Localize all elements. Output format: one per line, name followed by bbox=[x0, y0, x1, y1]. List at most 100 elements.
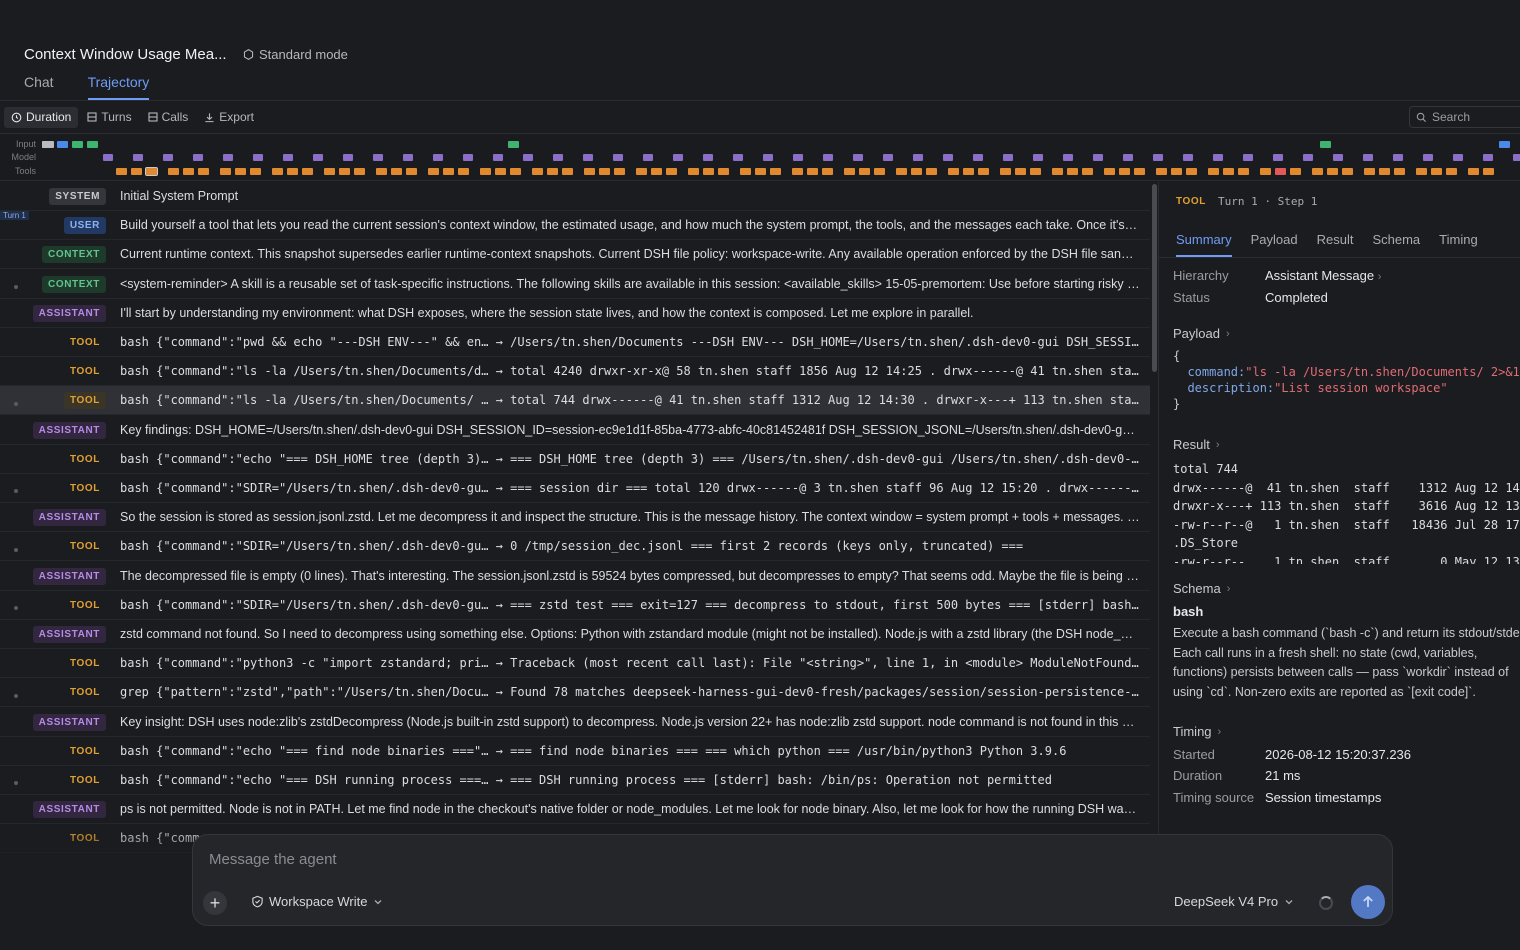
trajectory-row[interactable]: TOOL bash {"command":"ls -la /Users/tn.sh… bbox=[0, 357, 1150, 387]
trajectory-row[interactable]: ASSISTANT zstd command not found. So I ne… bbox=[0, 620, 1150, 649]
timeline-model-mark[interactable] bbox=[283, 154, 293, 161]
timeline-model-mark[interactable] bbox=[1333, 154, 1343, 161]
schema-section-title[interactable]: Schema › bbox=[1173, 581, 1230, 596]
timeline-tool-mark[interactable] bbox=[183, 168, 194, 175]
timeline-tool-mark[interactable] bbox=[443, 168, 454, 175]
timeline-tool-mark[interactable] bbox=[495, 168, 506, 175]
timeline-input-mark[interactable] bbox=[508, 141, 519, 148]
timeline-model-mark[interactable] bbox=[103, 154, 113, 161]
timeline-tool-mark[interactable] bbox=[220, 168, 231, 175]
trajectory-row[interactable]: ASSISTANT ps is not permitted. Node is no… bbox=[0, 795, 1150, 825]
trajectory-row[interactable]: CONTEXT Current runtime context. This sna… bbox=[0, 240, 1150, 270]
timeline-tool-mark[interactable] bbox=[302, 168, 313, 175]
timeline-model-mark[interactable] bbox=[1093, 154, 1103, 161]
turns-button[interactable]: Turns bbox=[80, 107, 138, 128]
timeline-tool-mark[interactable] bbox=[636, 168, 647, 175]
timeline-tool-mark[interactable] bbox=[1275, 168, 1286, 175]
timeline-tool-mark[interactable] bbox=[562, 168, 573, 175]
timeline-model-mark[interactable] bbox=[673, 154, 683, 161]
timeline-model-mark[interactable] bbox=[373, 154, 383, 161]
timeline-model-mark[interactable] bbox=[1243, 154, 1253, 161]
timeline-model-mark[interactable] bbox=[523, 154, 533, 161]
timeline-tool-mark[interactable] bbox=[718, 168, 729, 175]
payload-section-title[interactable]: Payload › bbox=[1173, 326, 1230, 341]
search-box[interactable]: Search bbox=[1409, 106, 1520, 128]
timeline-model-mark[interactable] bbox=[133, 154, 143, 161]
timeline-model-mark[interactable] bbox=[163, 154, 173, 161]
timeline-model-mark[interactable] bbox=[1183, 154, 1193, 161]
tab-chat[interactable]: Chat bbox=[24, 74, 54, 100]
timeline-model-mark[interactable] bbox=[763, 154, 773, 161]
timeline-tool-mark[interactable] bbox=[1342, 168, 1353, 175]
timeline-model-mark[interactable] bbox=[1003, 154, 1013, 161]
timeline-model-mark[interactable] bbox=[643, 154, 653, 161]
trajectory-row[interactable]: TOOL bash {"command":"SDIR="/Users/tn.she… bbox=[0, 591, 1150, 620]
timeline-model-mark[interactable] bbox=[193, 154, 203, 161]
trajectory-row[interactable]: ASSISTANT Key findings: DSH_HOME=/Users/t… bbox=[0, 416, 1150, 445]
timeline-input-mark[interactable] bbox=[87, 141, 98, 148]
timeline-tool-mark[interactable] bbox=[1104, 168, 1115, 175]
timeline-model-mark[interactable] bbox=[973, 154, 983, 161]
timeline-model-mark[interactable] bbox=[913, 154, 923, 161]
timeline-tool-mark[interactable] bbox=[1000, 168, 1011, 175]
add-attachment-button[interactable]: + bbox=[203, 891, 227, 915]
trajectory-row[interactable]: TOOL bash {"command":"echo "=== DSH runni… bbox=[0, 766, 1150, 795]
timeline-model-mark[interactable] bbox=[1273, 154, 1283, 161]
trajectory-row[interactable]: SYSTEM Initial System Prompt bbox=[0, 182, 1150, 211]
trajectory-row[interactable]: USER Build yourself a tool that lets you … bbox=[0, 211, 1150, 241]
timeline-tool-mark[interactable] bbox=[1446, 168, 1457, 175]
trajectory-row[interactable]: TOOL bash {"command":"SDIR="/Users/tn.she… bbox=[0, 474, 1150, 503]
message-input[interactable] bbox=[209, 851, 1109, 868]
result-section-title[interactable]: Result › bbox=[1173, 437, 1220, 452]
timeline-tool-mark[interactable] bbox=[250, 168, 261, 175]
timeline-input-mark[interactable] bbox=[1499, 141, 1510, 148]
timeline-tool-mark[interactable] bbox=[666, 168, 677, 175]
timeline-tool-mark[interactable] bbox=[792, 168, 803, 175]
timeline-tool-mark[interactable] bbox=[116, 168, 127, 175]
timeline-model-mark[interactable] bbox=[613, 154, 623, 161]
timeline-tool-mark[interactable] bbox=[1052, 168, 1063, 175]
timeline-model-mark[interactable] bbox=[1123, 154, 1133, 161]
timeline-tool-mark[interactable] bbox=[1067, 168, 1078, 175]
timeline-tool-mark[interactable] bbox=[844, 168, 855, 175]
timeline-tool-mark[interactable] bbox=[1394, 168, 1405, 175]
timeline-tool-mark[interactable] bbox=[1171, 168, 1182, 175]
timeline-tool-mark[interactable] bbox=[532, 168, 543, 175]
timeline-tool-mark[interactable] bbox=[1015, 168, 1026, 175]
timeline-tool-mark[interactable] bbox=[547, 168, 558, 175]
trajectory-row[interactable]: TOOL bash {"command":"echo "=== DSH_HOME … bbox=[0, 445, 1150, 474]
trajectory-row[interactable]: ASSISTANT Key insight: DSH uses node:zlib… bbox=[0, 708, 1150, 737]
timeline-tool-mark[interactable] bbox=[1082, 168, 1093, 175]
tab-timing[interactable]: Timing bbox=[1439, 232, 1478, 257]
timeline-tool-mark[interactable] bbox=[1483, 168, 1494, 175]
hierarchy-link[interactable]: Assistant Message › bbox=[1265, 268, 1381, 283]
trajectory-row[interactable]: TOOL bash {"command":"echo "=== find node… bbox=[0, 737, 1150, 766]
trajectory-row[interactable]: TOOL bash {"command":"ls -la /Users/tn.sh… bbox=[0, 386, 1150, 416]
timeline-model-mark[interactable] bbox=[823, 154, 833, 161]
timeline-tool-mark[interactable] bbox=[458, 168, 469, 175]
timeline-tool-mark[interactable] bbox=[1327, 168, 1338, 175]
timeline-tool-mark[interactable] bbox=[391, 168, 402, 175]
timeline-model-mark[interactable] bbox=[883, 154, 893, 161]
timeline-tool-mark[interactable] bbox=[859, 168, 870, 175]
timeline-input-mark[interactable] bbox=[42, 141, 54, 148]
timeline-model-mark[interactable] bbox=[433, 154, 443, 161]
timeline-tool-mark[interactable] bbox=[614, 168, 625, 175]
timeline-tool-mark[interactable] bbox=[1156, 168, 1167, 175]
timeline-tool-mark[interactable] bbox=[1119, 168, 1130, 175]
trajectory-row[interactable]: TOOL grep {"pattern":"zstd","path":"/User… bbox=[0, 678, 1150, 708]
timeline-model-mark[interactable] bbox=[1213, 154, 1223, 161]
timeline-tool-mark[interactable] bbox=[755, 168, 766, 175]
timeline-model-mark[interactable] bbox=[1423, 154, 1433, 161]
timeline-tool-mark[interactable] bbox=[911, 168, 922, 175]
trajectory-row[interactable]: ASSISTANT The decompressed file is empty … bbox=[0, 562, 1150, 591]
timeline-model-mark[interactable] bbox=[1363, 154, 1373, 161]
timeline-tool-mark[interactable] bbox=[1312, 168, 1323, 175]
timeline-model-mark[interactable] bbox=[943, 154, 953, 161]
timeline-tool-mark[interactable] bbox=[1364, 168, 1375, 175]
timeline-model-mark[interactable] bbox=[553, 154, 563, 161]
timeline-tool-mark[interactable] bbox=[926, 168, 937, 175]
timeline-tool-mark[interactable] bbox=[584, 168, 595, 175]
timeline-tool-mark[interactable] bbox=[1223, 168, 1234, 175]
tab-trajectory[interactable]: Trajectory bbox=[87, 74, 150, 100]
